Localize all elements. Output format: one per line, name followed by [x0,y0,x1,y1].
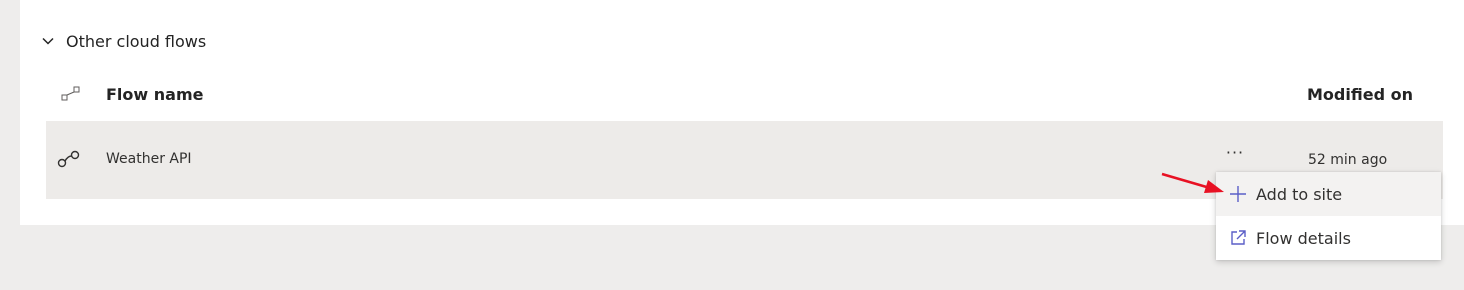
open-external-icon [1228,228,1248,248]
modified-on-cell: 52 min ago [1308,152,1388,168]
menu-item-label: Flow details [1256,228,1351,248]
flow-name-cell[interactable]: Weather API [106,151,192,167]
annotation-arrow-icon [1161,172,1224,193]
menu-item-label: Add to site [1256,184,1343,204]
plus-icon [1228,184,1248,204]
chevron-down-icon[interactable] [40,33,56,49]
menu-item-add-to-site[interactable]: Add to site [1216,172,1441,216]
column-header-modified-on[interactable]: Modified on [1307,80,1413,108]
section-header-other-cloud-flows[interactable]: Other cloud flows [40,28,206,54]
column-header-flow-name[interactable]: Flow name [106,80,203,108]
more-options-button[interactable]: ··· [1222,145,1248,169]
context-menu: Add to site Flow details [1216,172,1441,260]
menu-item-flow-details[interactable]: Flow details [1216,216,1441,260]
flow-type-column-icon [60,84,82,104]
section-title: Other cloud flows [66,31,207,51]
cloud-flow-icon [56,149,82,169]
